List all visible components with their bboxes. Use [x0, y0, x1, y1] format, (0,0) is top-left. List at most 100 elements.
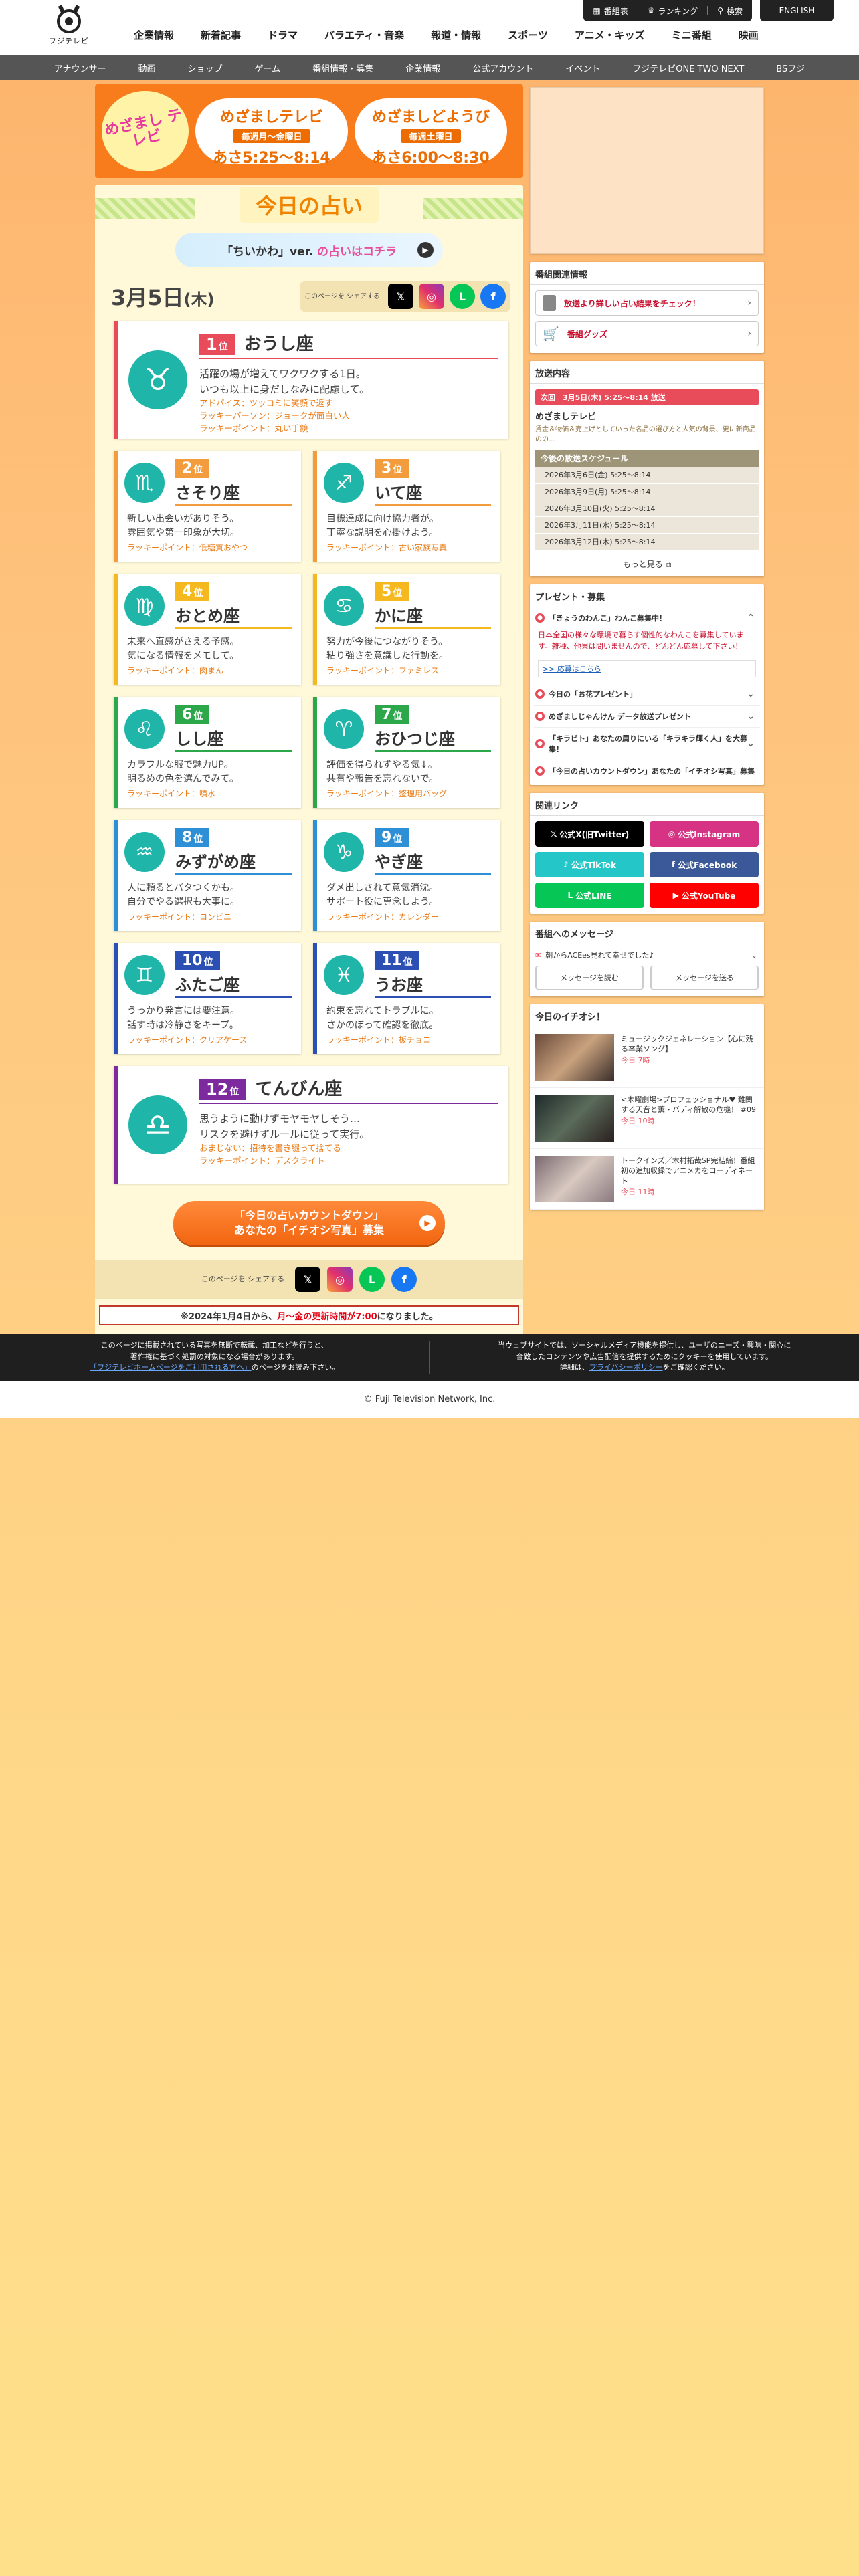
ad-slot[interactable]	[530, 87, 764, 254]
subnav-item[interactable]: BSフジ	[760, 62, 821, 74]
detail-result-button[interactable]: 放送より詳しい占い結果をチェック！ ›	[535, 290, 759, 316]
privacy-policy-link[interactable]: プライバシーポリシー	[589, 1363, 663, 1372]
social-link-button[interactable]: f 公式Facebook	[650, 852, 759, 877]
schedule-row: 2026年3月9日(月) 5:25〜8:14	[535, 484, 759, 500]
fortune-card: ♋ 5 位かに座 努力が今後につながりそう。 粘り強さを意識した行動を。 ラッキーポイント…	[313, 574, 500, 685]
gnav-item[interactable]: ミニ番組	[658, 28, 725, 42]
mezamashi-logo: めざまし テレビ	[102, 91, 189, 171]
underline-decoration	[175, 996, 292, 998]
line-share-icon[interactable]: L	[450, 284, 475, 309]
broadcast-box: 放送内容 次回｜3月5日(木) 5:25〜8:14 放送 めざましテレビ 賃金＆…	[530, 361, 764, 576]
zodiac-name: いて座	[375, 484, 423, 502]
social-link-button[interactable]: L 公式LINE	[535, 883, 644, 908]
button-label: メッセージを読む	[536, 966, 643, 990]
zodiac-sign-icon: ♓	[324, 955, 364, 995]
pick-item[interactable]: トークインズ／木村拓哉SP完結編！番組初の追加収録でアニメカをコーディネート 今日…	[530, 1149, 764, 1210]
underline-decoration	[375, 996, 491, 998]
pick-thumbnail[interactable]	[535, 1034, 614, 1081]
instagram-share-icon[interactable]: ◎	[419, 284, 444, 309]
box-title: 番組関連情報	[530, 262, 764, 285]
subnav-item[interactable]: 番組情報・募集	[296, 62, 389, 74]
facebook-share-icon[interactable]: f	[391, 1267, 417, 1292]
pick-item[interactable]: <木曜劇場>プロフェッショナル♥ 難関する天音と薫・バディ解散の危機！ #09 今…	[530, 1088, 764, 1149]
social-link-label: 公式X(旧Twitter)	[559, 829, 630, 839]
more-link[interactable]: もっと見る ⧉	[530, 550, 764, 576]
social-link-button[interactable]: ▶ 公式YouTube	[650, 883, 759, 908]
rank-color-bar	[313, 943, 317, 1054]
social-link-button[interactable]: 𝕏 公式X(旧Twitter)	[535, 821, 644, 847]
rank-number: 10	[182, 952, 203, 969]
program-banner[interactable]: めざまし テレビ めざましテレビ 毎週月〜金曜日 あさ5:25〜8:14 めざま…	[95, 84, 523, 178]
subnav-item[interactable]: フジテレビONE TWO NEXT	[616, 62, 760, 74]
subnav-item[interactable]: ショップ	[172, 62, 239, 74]
underline-decoration	[375, 750, 491, 752]
subnav-item[interactable]: 公式アカウント	[456, 62, 549, 74]
present-item[interactable]: ● 「キラビト」あなたの周りにいる「キラキラ輝く人」を大募集！ ⌄	[534, 728, 760, 760]
mezamashi-logo-text: めざまし テレビ	[103, 106, 184, 150]
subnav-item[interactable]: 動画	[122, 62, 172, 74]
line-share-icon[interactable]: L	[359, 1267, 385, 1292]
card-head: 3 位いて座	[375, 459, 491, 506]
present-item-head[interactable]: ● 今日の「お花プレゼント」 ⌄	[534, 683, 760, 705]
pick-item[interactable]: ミュージックジェネレーション【心に残る卒業ソング】 今日 7時	[530, 1027, 764, 1088]
stripe-decoration	[95, 198, 195, 219]
phone-icon	[543, 295, 556, 311]
social-link-label: 公式LINE	[575, 891, 612, 901]
fortune-description: 努力が今後につながりそう。 粘り強さを意識した行動を。	[326, 635, 448, 663]
send-message-button[interactable]: メッセージを送る	[650, 966, 759, 990]
english-button[interactable]: ENGLISH	[760, 0, 834, 21]
pick-thumbnail[interactable]	[535, 1156, 614, 1202]
social-link-button[interactable]: ♪ 公式TikTok	[535, 852, 644, 877]
instagram-share-icon[interactable]: ◎	[327, 1267, 353, 1292]
gnav-item[interactable]: アニメ・キッズ	[561, 28, 658, 42]
fortune-description: 新しい出会いがありそう。 雰囲気や第一印象が大切。	[127, 512, 240, 540]
pick-time: 今日 10時	[621, 1116, 655, 1125]
present-item[interactable]: ● 「今日の占いカウントダウン」あなたの「イチオシ写真」募集 ⌄	[534, 760, 760, 782]
goods-button[interactable]: 🛒 番組グッズ ›	[535, 321, 759, 346]
present-item[interactable]: ● 今日の「お花プレゼント」 ⌄	[534, 683, 760, 706]
share-bar: このページを シェアする 𝕏 ◎ L f	[300, 281, 510, 312]
social-link-button[interactable]: ◎ 公式Instagram	[650, 821, 759, 847]
gnav-item[interactable]: 映画	[725, 28, 772, 42]
usage-policy-link[interactable]: 「フジテレビホームページをご利用される方へ」	[90, 1363, 251, 1372]
ranking-link[interactable]: ♛ ランキング	[648, 5, 698, 17]
fujitv-logo[interactable]: フジテレビ	[47, 4, 91, 51]
message-head[interactable]: ✉ 朝からACEes見れて幸せでした♪ ⌄	[530, 944, 764, 966]
subnav-item[interactable]: 企業情報	[389, 62, 456, 74]
schedule-row: 2026年3月10日(火) 5:25〜8:14	[535, 500, 759, 517]
subnav-item[interactable]: ゲーム	[239, 62, 297, 74]
pick-thumbnail[interactable]	[535, 1095, 614, 1142]
chevron-down-icon: ⌄	[747, 689, 755, 700]
gnav-item[interactable]: バラエティ・音楽	[311, 28, 417, 42]
gnav-item[interactable]: スポーツ	[494, 28, 561, 42]
fortune-description: ダメ出しされて意気消沈。 サポート役に専念しよう。	[326, 881, 438, 909]
gnav-item[interactable]: 新着記事	[187, 28, 254, 42]
present-item-head[interactable]: ● めざましじゃんけん データ放送プレゼント ⌄	[534, 706, 760, 727]
share-bar-bottom: このページを シェアする 𝕏 ◎ L f	[95, 1260, 523, 1299]
description-line: さかのぼって確認を徹底。	[326, 1020, 439, 1031]
photo-recruit-button[interactable]: 「今日の占いカウントダウン」 あなたの「イチオシ写真」募集 ▶	[173, 1201, 445, 1245]
present-item[interactable]: ● 「きょうのわんこ」わんこ募集中！ ⌃ 日本全国の様々な環境で暮らす個性的なわんこを…	[534, 607, 760, 683]
search-link[interactable]: ⚲ 検索	[717, 5, 743, 17]
x-share-icon[interactable]: 𝕏	[295, 1267, 321, 1292]
description-line: 気になる情報をメモして。	[127, 651, 240, 661]
read-message-button[interactable]: メッセージを読む	[535, 966, 644, 990]
present-item-head[interactable]: ● 「キラビト」あなたの周りにいる「キラキラ輝く人」を大募集！ ⌄	[534, 728, 760, 760]
rank-number: 4	[182, 583, 193, 600]
tv-schedule-link[interactable]: ▦ 番組表	[593, 5, 628, 17]
present-item-head[interactable]: ● 「今日の占いカウントダウン」あなたの「イチオシ写真」募集 ⌄	[534, 760, 760, 782]
gnav-item[interactable]: 企業情報	[120, 28, 187, 42]
lucky-info: ラッキーポイント：古い家族写真	[326, 542, 447, 554]
chiikawa-banner[interactable]: 「ちいかわ」ver. の占いはコチラ ▶	[175, 233, 443, 267]
apply-link[interactable]: >> 応募はこちら	[538, 660, 756, 677]
gnav-item[interactable]: 報道・情報	[417, 28, 494, 42]
present-item[interactable]: ● めざましじゃんけん データ放送プレゼント ⌄	[534, 706, 760, 728]
facebook-share-icon[interactable]: f	[480, 284, 506, 309]
x-share-icon[interactable]: 𝕏	[388, 284, 413, 309]
present-item-head[interactable]: ● 「きょうのわんこ」わんこ募集中！ ⌃	[534, 607, 760, 629]
gnav-item[interactable]: ドラマ	[254, 28, 311, 42]
subnav-item[interactable]: アナウンサー	[38, 62, 122, 74]
zodiac-name: かに座	[375, 607, 423, 625]
subnav-item[interactable]: イベント	[549, 62, 616, 74]
present-item-label: 「きょうのわんこ」わんこ募集中！	[549, 614, 666, 623]
